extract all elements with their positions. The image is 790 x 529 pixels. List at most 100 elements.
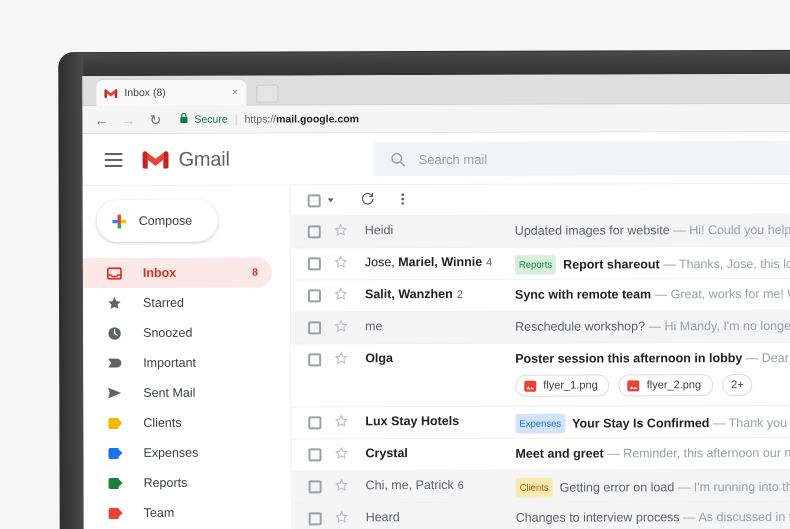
row-checkbox[interactable] xyxy=(307,289,322,303)
attachment-chips: flyer_1.png flyer_2.png 2+ xyxy=(515,374,790,397)
gmail-m-icon xyxy=(142,150,169,170)
table-row[interactable]: Jose, Mariel, Winnie 4 Reports Report share… xyxy=(290,245,790,280)
image-file-icon xyxy=(627,379,640,391)
address-bar[interactable]: Secure | https://mail.google.com xyxy=(179,110,790,126)
email-subject: Changes to interview process xyxy=(515,510,680,525)
table-row[interactable]: Heard Changes to interview process — As d… xyxy=(291,500,790,529)
email-snippet: — Dear all, T xyxy=(745,350,790,366)
row-checkbox[interactable] xyxy=(307,225,321,239)
table-row[interactable]: Lux Stay Hotels Expenses Your Stay Is Conf… xyxy=(291,404,790,439)
mail-rows: Heidi Updated images for website — Hi! Co… xyxy=(290,213,790,529)
browser-tab[interactable]: Inbox (8) × xyxy=(96,79,247,107)
row-body: Poster session this afternoon in lobby —… xyxy=(515,350,790,406)
sidebar-nav: Inbox 8 Starred Snoozed Important Sent Mail Cl… xyxy=(82,257,291,529)
browser-tab-bar: Inbox (8) × xyxy=(82,73,790,107)
row-body: Reports Report shareout — Thanks, Jose, t… xyxy=(514,254,790,275)
search-input[interactable]: Search mail xyxy=(419,151,488,166)
compose-button[interactable]: Compose xyxy=(96,199,218,243)
label-icon xyxy=(105,417,124,428)
attachment-more-chip[interactable]: 2+ xyxy=(722,374,753,397)
sender-names: Olga xyxy=(365,351,393,366)
sidebar-item-reports[interactable]: Reports xyxy=(84,468,273,499)
star-icon[interactable] xyxy=(334,351,348,370)
attachment-chip[interactable]: flyer_1.png xyxy=(515,374,610,397)
table-row[interactable]: Heidi Updated images for website — Hi! Co… xyxy=(290,213,790,248)
sidebar-item-expenses[interactable]: Expenses xyxy=(83,438,272,469)
row-checkbox[interactable] xyxy=(308,353,322,367)
sidebar: Compose Inbox 8 Starred Snoozed Important Sen… xyxy=(82,185,291,529)
sidebar-item-team[interactable]: Team xyxy=(84,498,273,529)
email-snippet: — Hi Mandy, I'm no longer a xyxy=(648,318,790,334)
close-icon[interactable]: × xyxy=(232,86,238,98)
star-icon[interactable] xyxy=(334,446,348,465)
star-icon[interactable] xyxy=(335,478,349,497)
row-checkbox[interactable] xyxy=(308,416,322,430)
subject-line: Sync with remote team — Great, works for… xyxy=(515,286,790,304)
subject-line: Updated images for website — Hi! Could y… xyxy=(515,222,790,240)
sidebar-item-starred[interactable]: Starred xyxy=(83,288,272,319)
more-vertical-icon[interactable] xyxy=(401,192,405,208)
sidebar-item-snoozed[interactable]: Snoozed xyxy=(83,318,272,349)
email-subject: Poster session this afternoon in lobby xyxy=(515,351,743,366)
star-icon[interactable] xyxy=(335,510,349,529)
sidebar-item-label: Reports xyxy=(143,475,188,490)
row-body: Reschedule workshop? — Hi Mandy, I'm no … xyxy=(515,318,790,336)
sidebar-item-inbox[interactable]: Inbox 8 xyxy=(82,257,272,289)
new-tab-button[interactable] xyxy=(256,84,279,103)
omnibox-separator: | xyxy=(234,113,238,126)
refresh-icon[interactable] xyxy=(361,192,375,208)
star-icon[interactable] xyxy=(334,223,348,242)
sidebar-item-important[interactable]: Important xyxy=(83,348,272,379)
table-row[interactable]: Olga Poster session this afternoon in lob… xyxy=(291,341,790,407)
secure-label: Secure xyxy=(194,113,228,126)
table-row[interactable]: Chi, me, Patrick 6 Clients Getting error on… xyxy=(291,468,790,503)
select-all-checkbox[interactable] xyxy=(307,193,321,207)
email-snippet: — As discussed in thi xyxy=(683,509,790,525)
table-row[interactable]: me Reschedule workshop? — Hi Mandy, I'm n… xyxy=(291,309,790,344)
sidebar-item-sent-mail[interactable]: Sent Mail xyxy=(83,378,272,409)
row-checkbox[interactable] xyxy=(308,480,322,494)
label-icon xyxy=(105,447,124,458)
email-subject: Meet and greet xyxy=(515,446,604,461)
laptop-bezel: Inbox (8) × ← → ↻ Secure | https://mail.… xyxy=(59,50,790,529)
row-checkbox[interactable] xyxy=(308,512,322,526)
email-subject: Getting error on load xyxy=(559,480,675,495)
reload-icon[interactable]: ↻ xyxy=(148,111,162,127)
search-bar[interactable]: Search mail xyxy=(374,140,790,177)
row-body: Changes to interview process — As discus… xyxy=(516,509,790,527)
label-badge[interactable]: Clients xyxy=(515,477,553,498)
hamburger-menu-icon[interactable] xyxy=(104,152,123,168)
back-icon[interactable]: ← xyxy=(94,112,108,128)
attachment-chip[interactable]: flyer_2.png xyxy=(618,374,714,397)
row-checkbox[interactable] xyxy=(308,321,322,335)
email-subject: Reschedule workshop? xyxy=(515,319,646,334)
chevron-down-icon[interactable] xyxy=(327,198,334,203)
star-icon[interactable] xyxy=(334,287,348,306)
label-badge[interactable]: Reports xyxy=(514,254,557,275)
row-checkbox[interactable] xyxy=(307,257,321,271)
star-icon[interactable] xyxy=(334,319,348,338)
subject-line: Changes to interview process — As discus… xyxy=(516,509,790,527)
email-snippet: — Great, works for me! Whe xyxy=(654,286,790,302)
sender-names: Heidi xyxy=(364,223,394,238)
sidebar-item-count: 8 xyxy=(252,266,258,279)
sidebar-item-label: Expenses xyxy=(143,445,199,460)
row-checkbox[interactable] xyxy=(308,448,322,462)
email-snippet: — Thank you for xyxy=(712,415,790,431)
label-badge[interactable]: Expenses xyxy=(515,413,566,434)
gmail-logo[interactable]: Gmail xyxy=(142,148,230,171)
plus-icon xyxy=(112,213,127,228)
star-icon[interactable] xyxy=(334,255,348,274)
sidebar-item-label: Sent Mail xyxy=(143,385,196,400)
row-body: Sync with remote team — Great, works for… xyxy=(515,286,790,304)
table-row[interactable]: Crystal Meet and greet — Reminder, this a… xyxy=(291,436,790,471)
sidebar-item-clients[interactable]: Clients xyxy=(83,408,272,439)
row-body: Updated images for website — Hi! Could y… xyxy=(515,222,790,240)
table-row[interactable]: Salit, Wanzhen 2 Sync with remote team — G… xyxy=(290,277,790,312)
attachment-name: flyer_2.png xyxy=(646,379,702,392)
email-snippet: — Reminder, this afternoon our new xyxy=(607,445,790,461)
star-icon[interactable] xyxy=(334,414,348,433)
compose-label: Compose xyxy=(138,213,193,228)
sender-names: Lux Stay Hotels xyxy=(365,413,460,429)
clock-icon xyxy=(105,325,124,340)
